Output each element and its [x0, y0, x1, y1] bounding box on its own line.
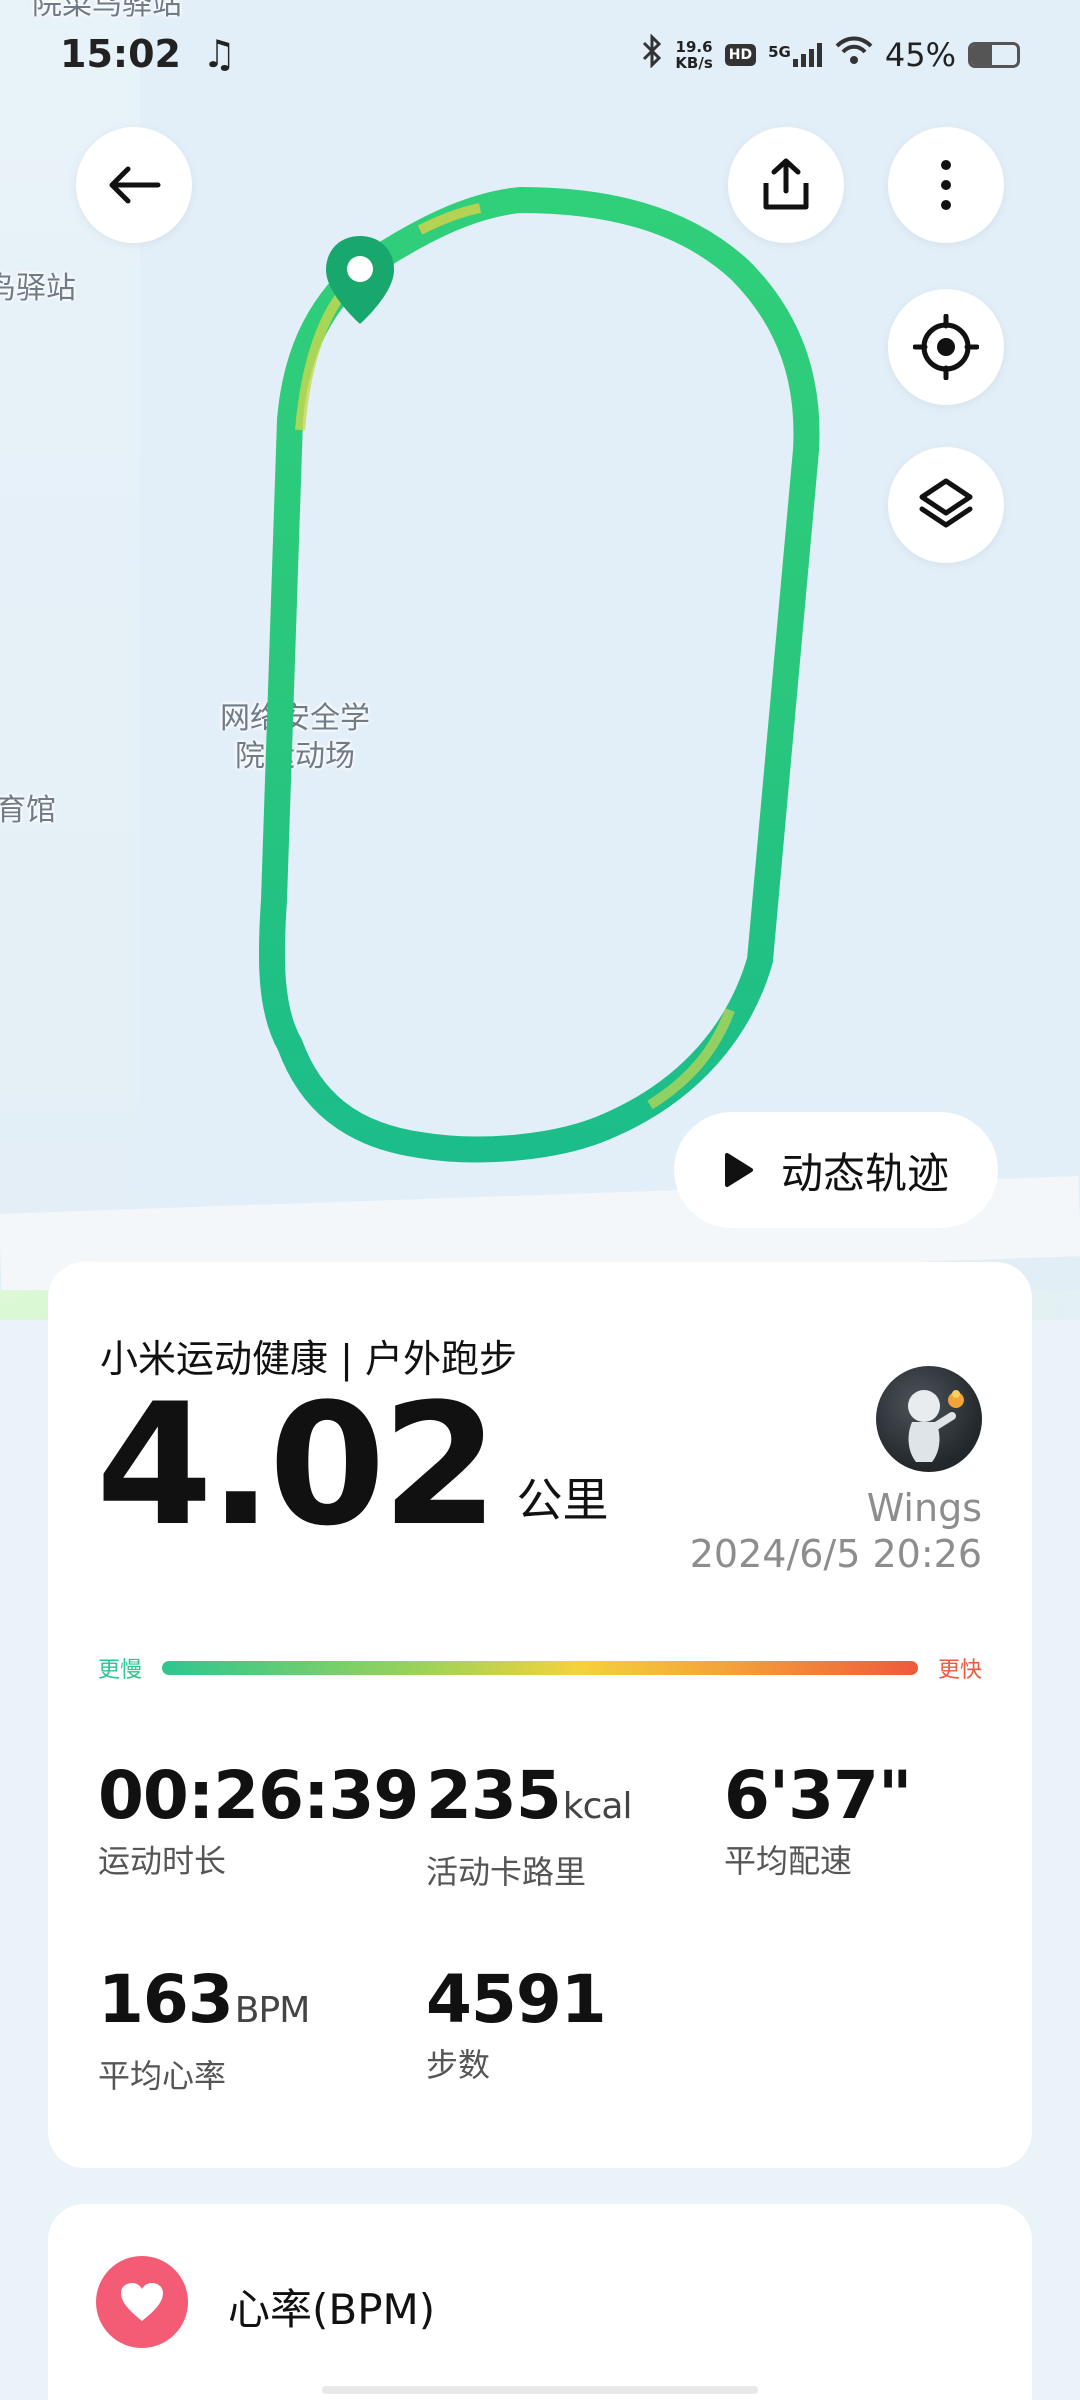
share-button[interactable]: [728, 127, 844, 243]
start-pin-icon[interactable]: [322, 232, 398, 332]
bluetooth-icon: [641, 33, 663, 76]
signal-icon: 5G: [768, 43, 823, 67]
heart-rate-unit: BPM: [234, 1990, 310, 2031]
layers-icon: [919, 478, 973, 528]
heart-icon: [96, 2256, 188, 2348]
net-speed: 19.6 KB/s: [675, 39, 712, 71]
wifi-icon: [835, 36, 873, 74]
pace-fast-label: 更快: [937, 1658, 982, 1683]
share-icon: [763, 158, 809, 210]
metric-steps: 4591 步数: [426, 1961, 607, 2086]
locate-icon: [913, 314, 979, 380]
workout-summary-card: 小米运动健康 | 户外跑步 4.02 公里 Wings 2024/6/5 20:…: [48, 1262, 1032, 2168]
dynamic-track-label: 动态轨迹: [780, 1148, 949, 1198]
calories-value: 235: [426, 1757, 562, 1834]
metric-duration: 00:26:39 运动时长: [98, 1757, 419, 1882]
metric-value: 00:26:39: [98, 1757, 419, 1834]
metric-value: 235kcal: [426, 1757, 633, 1845]
status-icons: 19.6 KB/s HD 5G 45%: [641, 33, 1020, 76]
map-layers-button[interactable]: [888, 447, 1004, 563]
back-arrow-icon: [109, 166, 161, 204]
pace-gradient-bar: [162, 1661, 918, 1675]
user-name: Wings: [866, 1486, 982, 1530]
net-speed-unit: KB/s: [675, 54, 713, 72]
back-button[interactable]: [76, 127, 192, 243]
pace-value: 6'37": [724, 1757, 912, 1834]
status-bar: 15:02 ♫ 19.6 KB/s HD 5G 45%: [0, 0, 1080, 110]
metric-value: 163BPM: [98, 1961, 310, 2049]
more-options-button[interactable]: [888, 127, 1004, 243]
metric-value: 6'37": [724, 1757, 912, 1834]
metric-calories: 235kcal 活动卡路里: [426, 1757, 633, 1893]
distance-value: 4.02: [96, 1367, 499, 1563]
battery-fill: [971, 45, 992, 65]
more-vertical-icon: [941, 160, 951, 210]
duration-value: 00:26:39: [98, 1757, 419, 1834]
heart-rate-title: 心率(BPM): [228, 2285, 436, 2334]
pace-slow-label: 更慢: [98, 1658, 143, 1683]
avatar-figure-icon: [908, 1390, 964, 1462]
heart-rate-card[interactable]: 心率(BPM): [48, 2204, 1032, 2400]
calories-unit: kcal: [562, 1786, 633, 1827]
status-time-text: 15:02: [60, 32, 181, 76]
distance-row: 4.02 公里: [96, 1380, 609, 1550]
metric-label: 运动时长: [98, 1842, 227, 1880]
dynamic-track-button[interactable]: 动态轨迹: [674, 1112, 998, 1228]
net-speed-value: 19.6: [675, 38, 713, 56]
network-type: 5G: [768, 43, 791, 61]
home-indicator[interactable]: [322, 2386, 758, 2394]
metric-label: 平均心率: [98, 2057, 227, 2095]
metric-pace: 6'37" 平均配速: [724, 1757, 912, 1882]
metric-value: 4591: [426, 1961, 607, 2038]
play-icon: [724, 1153, 753, 1187]
distance-unit: 公里: [516, 1473, 609, 1527]
hd-badge: HD: [724, 44, 757, 66]
locate-button[interactable]: [888, 289, 1004, 405]
route-path: [258, 187, 820, 1163]
metric-label: 步数: [426, 2046, 491, 2084]
battery-percent: 45%: [884, 36, 956, 74]
metric-label: 平均配速: [724, 1842, 853, 1880]
metric-heart-rate: 163BPM 平均心率: [98, 1961, 310, 2097]
status-time: 15:02 ♫: [60, 32, 236, 76]
steps-value: 4591: [426, 1961, 607, 2038]
workout-date: 2024/6/5 20:26: [689, 1532, 982, 1576]
battery-icon: [968, 42, 1020, 68]
heart-rate-value: 163: [98, 1961, 234, 2038]
metric-label: 活动卡路里: [426, 1853, 587, 1891]
pace-legend: 更慢 更快: [98, 1652, 982, 1684]
user-avatar[interactable]: [876, 1366, 982, 1472]
music-note-icon: ♫: [202, 32, 237, 76]
